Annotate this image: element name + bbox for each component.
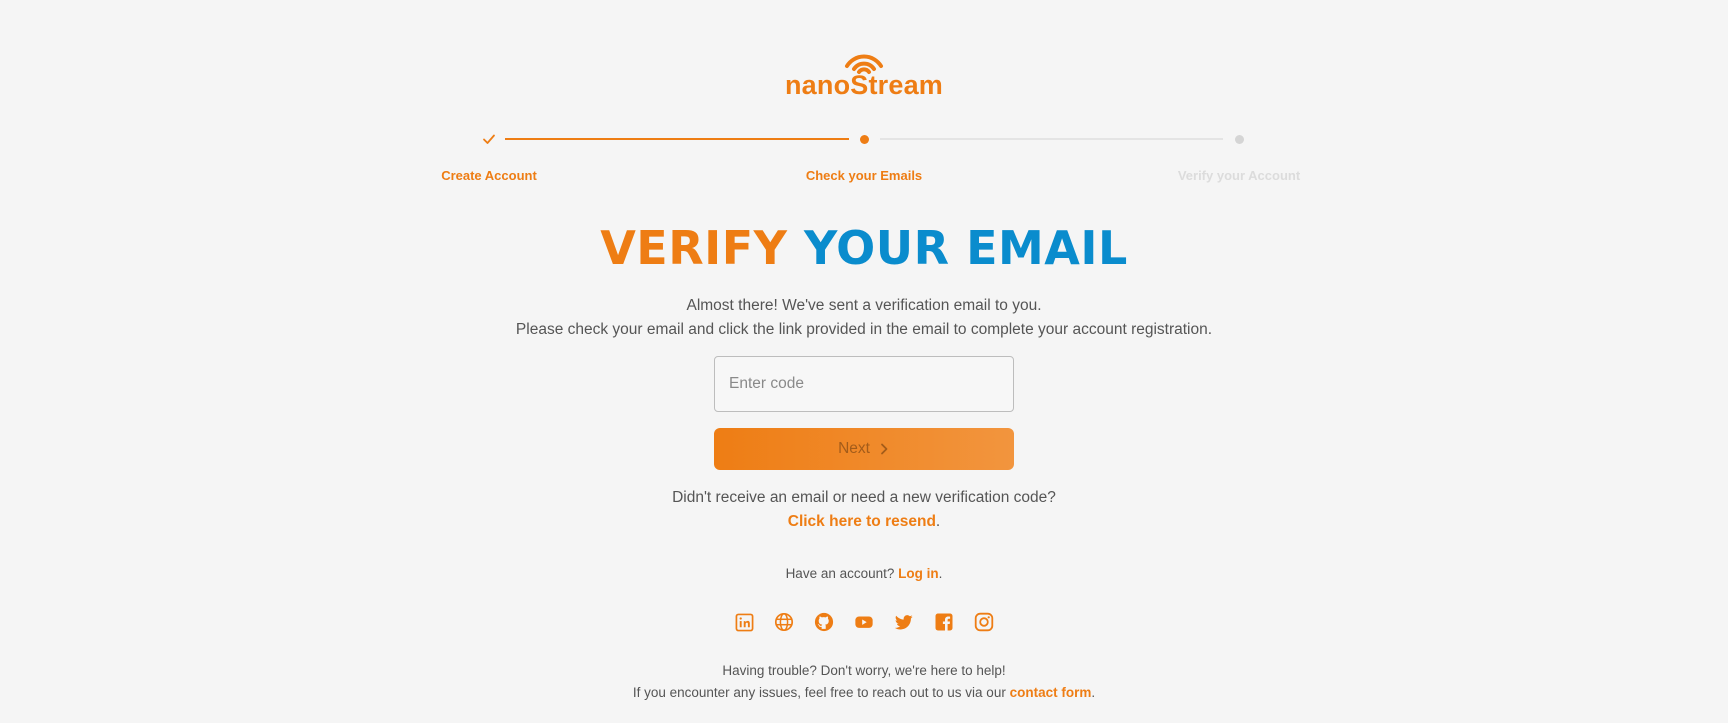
login-prompt: Have an account? [785,566,895,581]
github-icon[interactable] [814,612,834,632]
social-links [0,612,1728,632]
step-1-check-icon [479,129,499,149]
youtube-icon[interactable] [854,612,874,632]
step-label-check-emails: Check your Emails [805,168,923,183]
verification-code-input[interactable] [714,356,1014,412]
login-prompt-section: Have an account? Log in. [0,566,1728,581]
help-section: Having trouble? Don't worry, we're here … [0,660,1728,704]
help-line-2: If you encounter any issues, feel free t… [632,685,1006,700]
stepper-line-completed [505,138,849,140]
resend-section: Didn't receive an email or need a new ve… [0,486,1728,534]
step-3-pending-dot [1229,129,1249,149]
step-label-create-account: Create Account [441,168,537,183]
contact-form-link[interactable]: contact form [1010,685,1092,700]
progress-stepper: Create Account Check your Emails Verify … [0,0,1728,200]
page-title-part1: VERIFY [600,221,788,275]
resend-question: Didn't receive an email or need a new ve… [672,489,1056,506]
facebook-icon[interactable] [934,612,954,632]
next-button-label: Next [838,440,870,457]
chevron-right-icon [881,443,888,455]
help-line-1: Having trouble? Don't worry, we're here … [722,663,1006,678]
login-suffix: . [938,566,943,581]
page-title: VERIFY YOUR EMAIL [0,218,1728,278]
globe-icon[interactable] [774,612,794,632]
linkedin-icon[interactable] [734,612,754,632]
stepper-line-pending [880,138,1223,140]
signup-verify-page: nanoStream Create Account Check your Ema… [0,0,1728,723]
step-2-active-dot [854,129,874,149]
resend-suffix: . [935,513,941,530]
next-button[interactable]: Next [714,428,1014,470]
instagram-icon[interactable] [974,612,994,632]
resend-link[interactable]: Click here to resend [788,513,936,530]
description-line-1: Almost there! We've sent a verification … [686,297,1042,314]
page-description: Almost there! We've sent a verification … [0,294,1728,342]
help-suffix: . [1091,685,1096,700]
description-line-2: Please check your email and click the li… [515,321,1213,338]
page-title-part2: YOUR EMAIL [804,221,1128,275]
twitter-icon[interactable] [894,612,914,632]
login-link[interactable]: Log in [898,566,939,581]
step-label-verify-account: Verify your Account [1177,168,1301,183]
